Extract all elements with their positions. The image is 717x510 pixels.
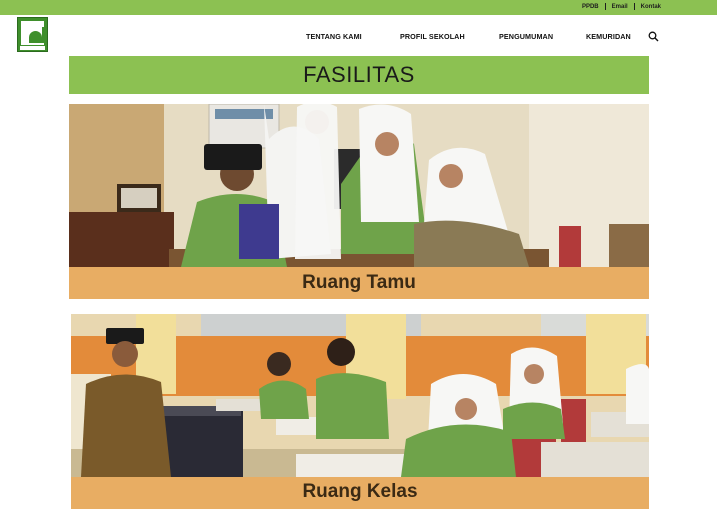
facility-caption-ruang-tamu: Ruang Tamu	[69, 267, 649, 299]
top-links: PPDB Email Kontak	[582, 3, 661, 10]
page-title-banner: FASILITAS	[69, 56, 649, 94]
link-email[interactable]: Email	[612, 4, 628, 10]
link-kontak[interactable]: Kontak	[641, 4, 661, 10]
page-title: FASILITAS	[303, 62, 415, 87]
link-ppdb[interactable]: PPDB	[582, 4, 599, 10]
top-bar: PPDB Email Kontak	[0, 0, 717, 15]
divider	[633, 3, 635, 10]
nav-profil-sekolah[interactable]: PROFIL SEKOLAH	[400, 32, 465, 41]
facility-photo-ruang-kelas	[71, 314, 649, 477]
main-nav: TENTANG KAMI PROFIL SEKOLAH PENGUMUMAN K…	[0, 32, 717, 44]
search-icon[interactable]	[648, 31, 659, 42]
nav-pengumuman[interactable]: PENGUMUMAN	[499, 32, 553, 41]
nav-tentang-kami[interactable]: TENTANG KAMI	[306, 32, 362, 41]
facility-caption-ruang-kelas: Ruang Kelas	[71, 477, 649, 509]
facility-photo-ruang-tamu	[69, 104, 649, 267]
logo-base	[20, 46, 45, 50]
nav-kemuridan[interactable]: KEMURIDAN	[586, 32, 631, 41]
divider	[604, 3, 606, 10]
